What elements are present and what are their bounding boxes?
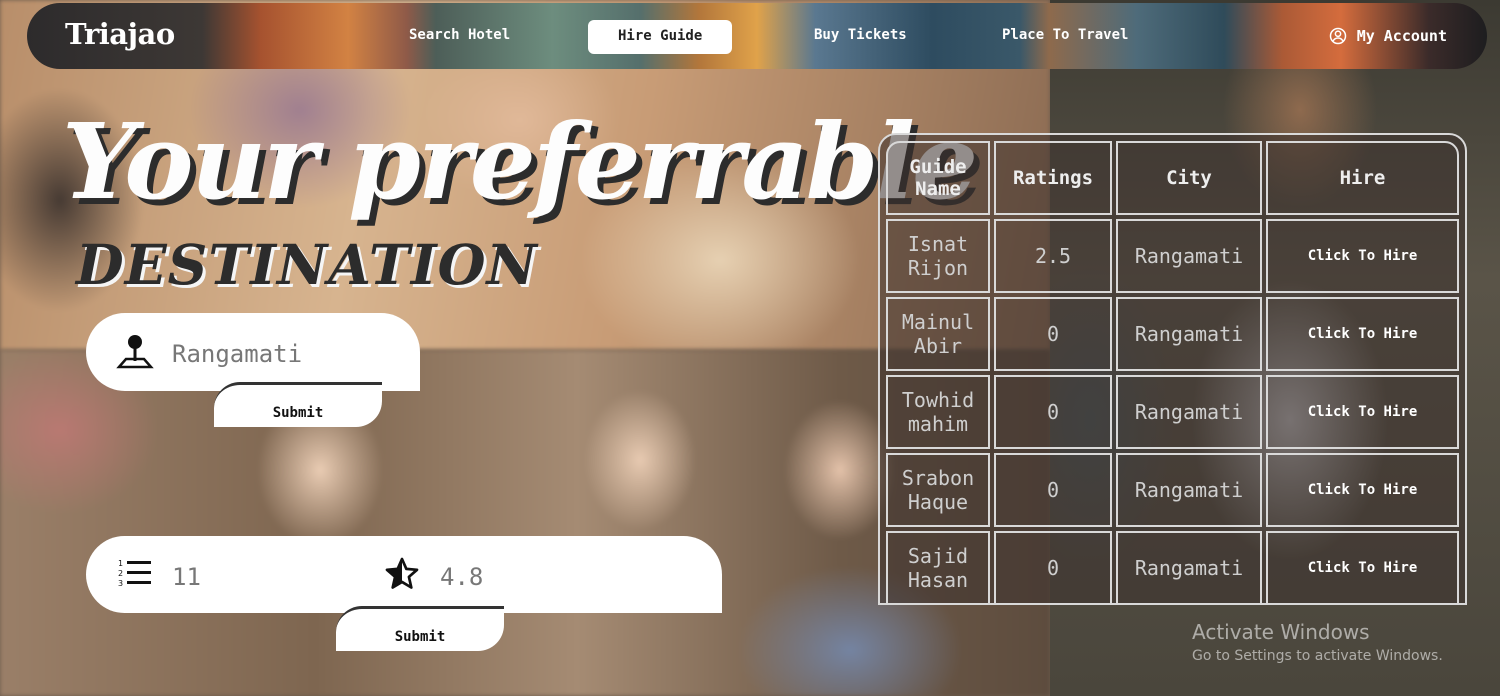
city-cell: Rangamati xyxy=(1116,453,1262,527)
guide-name-cell: Sajid Hasan xyxy=(886,531,990,605)
half-star-icon xyxy=(385,557,419,589)
site-logo[interactable]: Triajao xyxy=(65,17,175,51)
filter-card: 1 2 3 11 4.8 xyxy=(86,536,722,613)
location-search-card xyxy=(86,313,420,391)
guide-name-cell: Srabon Haque xyxy=(886,453,990,527)
guide-name-cell: Towhid mahim xyxy=(886,375,990,449)
svg-text:2: 2 xyxy=(118,569,123,578)
rating-value: 4.8 xyxy=(440,563,484,591)
nav-hire-guide[interactable]: Hire Guide xyxy=(588,20,733,54)
svg-text:1: 1 xyxy=(118,559,123,568)
rating-cell: 0 xyxy=(994,375,1112,449)
windows-activation-watermark: Activate Windows Go to Settings to activ… xyxy=(1192,620,1443,664)
rating-cell: 0 xyxy=(994,453,1112,527)
city-cell: Rangamati xyxy=(1116,375,1262,449)
city-cell: Rangamati xyxy=(1116,531,1262,605)
hire-button[interactable]: Click To Hire xyxy=(1266,375,1459,449)
nav-buy-tickets[interactable]: Buy Tickets xyxy=(814,27,907,43)
header-hire: Hire xyxy=(1266,141,1459,215)
top-navbar: Triajao Search Hotel Hire Guide Buy Tick… xyxy=(27,3,1487,69)
numbered-list-icon: 1 2 3 xyxy=(118,559,151,588)
header-ratings: Ratings xyxy=(994,141,1112,215)
rating-cell: 0 xyxy=(994,297,1112,371)
hire-button[interactable]: Click To Hire xyxy=(1266,531,1459,605)
hero-title: Your preferrable xyxy=(62,100,978,223)
hero-subtitle: DESTINATION xyxy=(76,232,538,297)
table-row: Towhid mahim 0 Rangamati Click To Hire xyxy=(886,375,1459,449)
hire-button[interactable]: Click To Hire xyxy=(1266,219,1459,293)
guide-name-cell: Isnat Rijon xyxy=(886,219,990,293)
rating-cell: 2.5 xyxy=(994,219,1112,293)
table-header-row: Guide Name Ratings City Hire xyxy=(886,141,1459,215)
watermark-title: Activate Windows xyxy=(1192,620,1370,644)
header-city: City xyxy=(1116,141,1262,215)
hire-button[interactable]: Click To Hire xyxy=(1266,297,1459,371)
guide-name-cell: Mainul Abir xyxy=(886,297,990,371)
nav-place-to-travel[interactable]: Place To Travel xyxy=(1002,27,1128,43)
location-pin-icon xyxy=(116,335,154,369)
location-input[interactable] xyxy=(172,337,402,371)
table-row: Mainul Abir 0 Rangamati Click To Hire xyxy=(886,297,1459,371)
guide-table: Guide Name Ratings City Hire Isnat Rijon… xyxy=(882,137,1463,609)
svg-text:3: 3 xyxy=(118,579,123,588)
table-row: Isnat Rijon 2.5 Rangamati Click To Hire xyxy=(886,219,1459,293)
table-row: Srabon Haque 0 Rangamati Click To Hire xyxy=(886,453,1459,527)
location-submit-button[interactable]: Submit xyxy=(214,382,382,427)
my-account-button[interactable]: My Account xyxy=(1329,27,1447,45)
city-cell: Rangamati xyxy=(1116,219,1262,293)
table-row: Sajid Hasan 0 Rangamati Click To Hire xyxy=(886,531,1459,605)
user-circle-icon xyxy=(1329,27,1346,45)
city-cell: Rangamati xyxy=(1116,297,1262,371)
guide-table-container: Guide Name Ratings City Hire Isnat Rijon… xyxy=(878,133,1467,605)
filter-submit-button[interactable]: Submit xyxy=(336,606,504,651)
watermark-subtitle: Go to Settings to activate Windows. xyxy=(1192,648,1443,664)
header-guide-name: Guide Name xyxy=(886,141,990,215)
guide-count: 11 xyxy=(172,563,201,591)
hire-button[interactable]: Click To Hire xyxy=(1266,453,1459,527)
my-account-label: My Account xyxy=(1356,27,1447,45)
nav-search-hotel[interactable]: Search Hotel xyxy=(409,27,510,43)
rating-cell: 0 xyxy=(994,531,1112,605)
